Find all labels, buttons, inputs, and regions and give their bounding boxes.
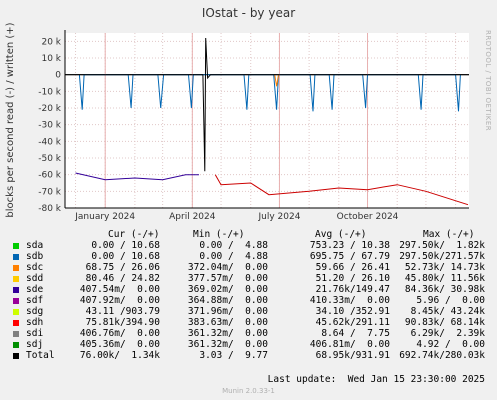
legend-avg: 34.10 /352.91 xyxy=(315,306,390,317)
y-tick-label: -50 k xyxy=(38,154,62,164)
legend-name: sda xyxy=(26,240,44,251)
legend-max: 84.36k/ 30.98k xyxy=(404,284,485,295)
legend-header-min: Min (-/+) xyxy=(193,229,245,240)
legend-cur: 407.54m/ 0.00 xyxy=(79,284,160,295)
legend-max: 8.45k/ 43.24k xyxy=(410,306,485,317)
legend-max: 6.29k/ 2.39k xyxy=(410,328,485,339)
legend-cur: 80.46 / 24.82 xyxy=(85,273,160,284)
legend-swatch xyxy=(13,265,19,271)
legend-avg: 21.76k/149.47 xyxy=(315,284,390,295)
legend-max: 5.96 / 0.00 xyxy=(416,295,485,306)
legend-cur: 406.76m/ 0.00 xyxy=(79,328,160,339)
side-label: RRDTOOL / TOBI OETIKER xyxy=(484,30,492,131)
y-tick-label: -40 k xyxy=(38,137,62,147)
legend-cur: 43.11 /903.79 xyxy=(85,306,160,317)
legend-cur: 407.92m/ 0.00 xyxy=(79,295,160,306)
y-tick-label: 0 xyxy=(55,71,61,81)
x-tick-label: October 2024 xyxy=(337,212,399,222)
x-tick-label: January 2024 xyxy=(74,212,135,222)
legend-min: 3.03 / 9.77 xyxy=(199,350,268,361)
y-tick-label: -30 k xyxy=(38,121,62,131)
legend-max: 90.83k/ 68.14k xyxy=(404,317,485,328)
chart-title: IOstat - by year xyxy=(201,6,296,20)
footer: Munin 2.0.33-1 xyxy=(222,387,275,395)
y-axis-ticks: 20 k 10 k 0 -10 k -20 k -30 k -40 k -50 k -60 k -… xyxy=(38,37,62,214)
legend-swatch xyxy=(13,331,19,337)
legend-min: 377.57m/ 0.00 xyxy=(187,273,268,284)
legend-name: sdf xyxy=(26,295,44,306)
legend-avg: 8.64 / 7.75 xyxy=(321,328,390,339)
legend-swatch xyxy=(13,320,19,326)
legend-max: 297.50k/ 1.82k xyxy=(399,240,485,251)
legend-avg: 410.33m/ 0.00 xyxy=(309,295,390,306)
legend-name: sdh xyxy=(26,317,44,328)
y-tick-label: 10 k xyxy=(41,54,61,64)
legend-cur: 68.75 / 26.06 xyxy=(85,262,160,273)
legend-swatch xyxy=(13,309,19,315)
legend-max: 692.74k/280.03k xyxy=(399,350,485,361)
legend-name: sdi xyxy=(26,328,44,339)
legend-avg: 51.20 / 26.10 xyxy=(315,273,390,284)
legend-name: sdc xyxy=(26,262,44,273)
legend-avg: 695.75 / 67.79 xyxy=(309,251,390,262)
legend-min: 364.88m/ 0.00 xyxy=(187,295,268,306)
y-axis-label: blocks per second read (-) / written (+) xyxy=(5,22,16,217)
legend-min: 0.00 / 4.88 xyxy=(199,251,268,262)
legend-min: 0.00 / 4.88 xyxy=(199,240,268,251)
x-tick-label: April 2024 xyxy=(169,212,216,222)
legend-swatch xyxy=(13,353,19,359)
y-tick-label: -60 k xyxy=(38,171,62,181)
legend-cur: 0.00 / 10.68 xyxy=(91,240,160,251)
legend-name: sde xyxy=(26,284,44,295)
y-tick-label: -80 k xyxy=(38,204,62,214)
legend-swatch xyxy=(13,254,19,260)
legend-header-cur: Cur (-/+) xyxy=(108,229,160,240)
legend-avg: 753.23 / 10.38 xyxy=(309,240,390,251)
legend-cur: 76.00k/ 1.34k xyxy=(79,350,160,361)
legend-cur: 405.36m/ 0.00 xyxy=(79,339,160,350)
legend-max: 52.73k/ 14.73k xyxy=(404,262,485,273)
y-tick-label: 20 k xyxy=(41,37,61,47)
legend-swatch xyxy=(13,287,19,293)
legend-header-max: Max (-/+) xyxy=(423,229,475,240)
last-update: Last update: Wed Jan 15 23:30:00 2025 xyxy=(267,374,485,385)
legend-swatch xyxy=(13,276,19,282)
legend-avg: 45.62k/291.11 xyxy=(315,317,390,328)
legend-avg: 59.66 / 26.41 xyxy=(315,262,390,273)
y-tick-label: -20 k xyxy=(38,104,62,114)
plot-area xyxy=(65,33,469,208)
legend-name: sdg xyxy=(26,306,44,317)
legend-name: sdb xyxy=(26,251,44,262)
legend-min: 361.32m/ 0.00 xyxy=(187,339,268,350)
legend-avg: 406.81m/ 0.00 xyxy=(309,339,390,350)
legend-swatch xyxy=(13,342,19,348)
y-tick-label: -10 k xyxy=(38,87,62,97)
legend-swatch xyxy=(13,243,19,249)
legend-min: 371.96m/ 0.00 xyxy=(187,306,268,317)
legend-avg: 68.95k/931.91 xyxy=(315,350,390,361)
legend-cur: 75.81k/394.90 xyxy=(85,317,160,328)
legend-max: 297.50k/271.57k xyxy=(399,251,485,262)
legend-min: 369.02m/ 0.00 xyxy=(187,284,268,295)
legend-swatch xyxy=(13,298,19,304)
legend-max: 45.80k/ 11.56k xyxy=(404,273,485,284)
legend-name: sdd xyxy=(26,273,44,284)
x-axis-ticks: January 2024 April 2024 July 2024 October 2… xyxy=(74,212,398,222)
legend-min: 372.04m/ 0.00 xyxy=(187,262,268,273)
y-tick-label: -70 k xyxy=(38,187,62,197)
legend-header-avg: Avg (-/+) xyxy=(315,229,367,240)
legend-min: 383.63m/ 0.00 xyxy=(187,317,268,328)
legend-min: 361.32m/ 0.00 xyxy=(187,328,268,339)
legend-name: sdj xyxy=(26,339,44,350)
legend-cur: 0.00 / 10.68 xyxy=(91,251,160,262)
legend-name: Total xyxy=(26,350,55,361)
x-tick-label: July 2024 xyxy=(257,212,300,222)
legend-max: 4.92 / 0.00 xyxy=(416,339,485,350)
